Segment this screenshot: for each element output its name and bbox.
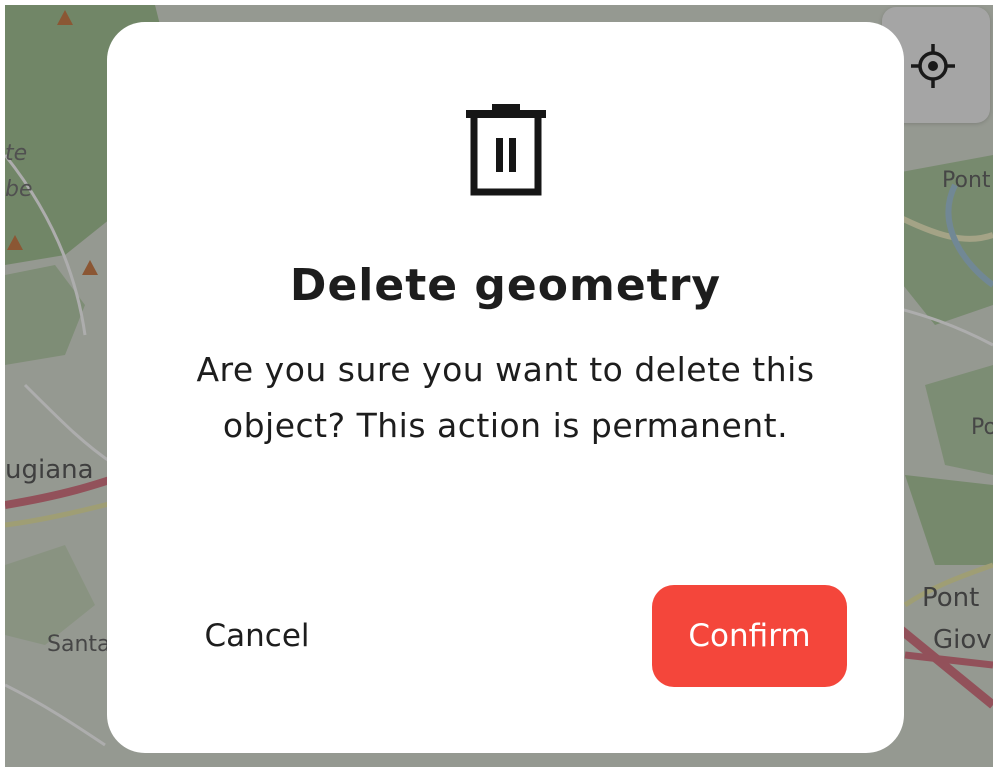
confirm-button[interactable]: Confirm <box>652 585 847 687</box>
delete-confirmation-dialog: Delete geometry Are you sure you want to… <box>107 22 904 753</box>
cancel-button[interactable]: Cancel <box>177 596 337 676</box>
dialog-title: Delete geometry <box>289 260 722 311</box>
trash-icon <box>466 104 546 196</box>
app-frame: te be ugiana Santa Pont Po Pont Giov Del… <box>5 5 993 767</box>
dialog-message: Are you sure you want to delete this obj… <box>196 350 815 445</box>
